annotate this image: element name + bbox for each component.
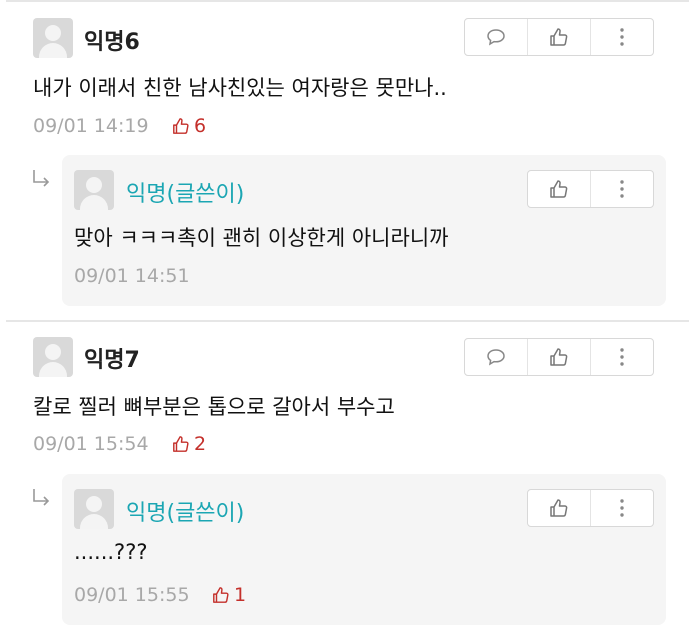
like-count: 6: [172, 115, 206, 137]
comment-time: 09/01 14:19: [33, 115, 149, 137]
reply-item: 익명(글쓴이) 맞아 ㅋㅋㅋ촉이 괜히 이상한게 아니라니까 09/01 14:…: [62, 155, 666, 306]
comment-text: 내가 이래서 친한 남사친있는 여자랑은 못만나..: [33, 76, 447, 100]
reply-arrow-icon: [33, 489, 50, 506]
more-button[interactable]: [591, 19, 653, 55]
divider: [6, 320, 689, 322]
like-count-value: 2: [194, 433, 207, 455]
reply-text: ......???: [74, 540, 148, 564]
comment-action-group: [464, 18, 654, 56]
reply-button[interactable]: [465, 339, 528, 375]
thumbs-up-icon: [550, 348, 568, 366]
avatar: [74, 489, 114, 529]
thumbs-up-icon: [213, 587, 229, 603]
more-button[interactable]: [591, 171, 653, 207]
avatar: [33, 18, 73, 58]
comment-nickname: 익명7: [84, 348, 140, 373]
reply-action-group: [527, 170, 654, 208]
like-button[interactable]: [528, 171, 591, 207]
like-button[interactable]: [528, 490, 591, 526]
avatar: [74, 170, 114, 210]
comment-text: 칼로 찔러 뼈부분은 톱으로 갈아서 부수고: [33, 395, 395, 419]
speech-bubble-icon: [487, 349, 505, 366]
reply-button[interactable]: [465, 19, 528, 55]
avatar: [33, 337, 73, 377]
speech-bubble-icon: [487, 29, 505, 46]
reply-nickname: 익명(글쓴이): [126, 182, 245, 207]
divider-top: [6, 0, 689, 2]
reply-text: 맞아 ㅋㅋㅋ촉이 괜히 이상한게 아니라니까: [74, 226, 449, 250]
like-count: 1: [212, 584, 246, 606]
reply-time: 09/01 15:55: [74, 584, 190, 606]
comment-action-group: [464, 338, 654, 376]
reply-item: 익명(글쓴이) ......??? 09/01 15:55 1: [62, 474, 666, 625]
like-count-value: 1: [234, 584, 247, 606]
like-count-value: 6: [194, 115, 207, 137]
thumbs-up-icon: [550, 180, 568, 198]
vertical-dots-icon: [620, 499, 624, 517]
reply-arrow-icon: [33, 170, 50, 187]
thumbs-up-icon: [173, 118, 189, 134]
vertical-dots-icon: [620, 348, 624, 366]
comment-time: 09/01 15:54: [33, 433, 149, 455]
comment-nickname: 익명6: [84, 30, 140, 55]
reply-action-group: [527, 489, 654, 527]
like-count: 2: [172, 433, 206, 455]
like-button[interactable]: [528, 19, 591, 55]
thumbs-up-icon: [550, 499, 568, 517]
thumbs-up-icon: [550, 28, 568, 46]
more-button[interactable]: [591, 490, 653, 526]
thumbs-up-icon: [173, 436, 189, 452]
like-button[interactable]: [528, 339, 591, 375]
vertical-dots-icon: [620, 180, 624, 198]
reply-nickname: 익명(글쓴이): [126, 501, 245, 526]
reply-time: 09/01 14:51: [74, 265, 190, 287]
vertical-dots-icon: [620, 28, 624, 46]
more-button[interactable]: [591, 339, 653, 375]
